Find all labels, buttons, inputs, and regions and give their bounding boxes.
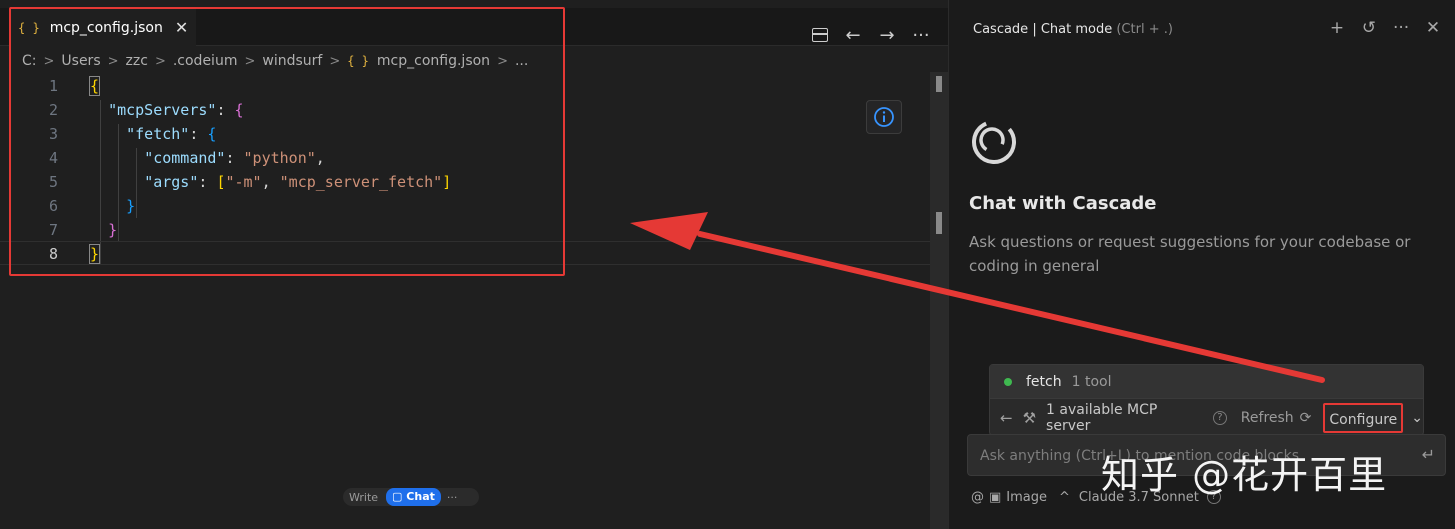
image-button[interactable]: Image — [1006, 490, 1047, 505]
panel-actions: + ↺ ··· ✕ — [1329, 18, 1441, 38]
tab-mcp-config[interactable]: { } mcp_config.json ✕ — [10, 8, 196, 46]
breadcrumb-item[interactable]: Users — [61, 53, 100, 69]
configure-button[interactable]: Configure — [1323, 403, 1404, 433]
status-dot-icon — [1004, 377, 1012, 386]
close-icon[interactable]: ✕ — [175, 18, 188, 37]
scrollbar-marker — [936, 76, 942, 92]
editor-actions: ← → ··· — [812, 16, 930, 54]
code-line: 2 "mcpServers": { — [0, 98, 932, 122]
chevron-right-icon: > — [154, 53, 166, 69]
back-icon[interactable]: ← — [1000, 409, 1013, 427]
line-number: 5 — [48, 173, 58, 191]
line-number: 8 — [48, 245, 58, 263]
breadcrumb-item[interactable]: ... — [515, 53, 528, 69]
enter-icon[interactable]: ↵ — [1422, 445, 1435, 464]
forward-icon[interactable]: → — [878, 25, 896, 46]
code-line: 6 } — [0, 194, 932, 218]
refresh-icon[interactable]: ⟳ — [1300, 410, 1312, 426]
more-icon[interactable]: ··· — [1393, 18, 1409, 38]
info-button[interactable] — [866, 100, 902, 134]
history-icon[interactable]: ↺ — [1361, 18, 1377, 38]
code-line: 7 } — [0, 218, 932, 242]
watermark: 知乎 @花开百里 — [1101, 453, 1388, 497]
mention-icon[interactable]: @ — [971, 490, 984, 505]
chevron-right-icon: > — [497, 53, 508, 69]
refresh-button[interactable]: Refresh — [1241, 410, 1294, 426]
chat-heading: Chat with Cascade — [969, 193, 1157, 214]
write-mode-option[interactable]: Write — [349, 491, 378, 504]
code-line-current: 8 } — [0, 241, 932, 265]
json-file-icon: { } — [347, 54, 369, 68]
line-number: 6 — [48, 197, 58, 215]
tab-label: mcp_config.json — [49, 19, 163, 36]
json-string: "mcp_server_fetch" — [279, 173, 443, 191]
code-line: 1 { — [0, 74, 932, 98]
tool-count: 1 tool — [1071, 373, 1112, 390]
chat-mode-label: Chat — [406, 490, 435, 503]
line-number: 3 — [48, 125, 58, 143]
code-line: 3 "fetch": { — [0, 122, 932, 146]
mcp-server-row[interactable]: fetch 1 tool — [990, 365, 1423, 399]
breadcrumb-item[interactable]: windsurf — [262, 53, 322, 69]
json-key: "mcpServers" — [108, 101, 217, 119]
chevron-right-icon: > — [43, 53, 55, 69]
line-number: 4 — [48, 149, 58, 167]
json-file-icon: { } — [18, 20, 40, 35]
mcp-available-label: 1 available MCP server — [1046, 402, 1158, 434]
breadcrumb: C: > Users > zzc > .codeium > windsurf >… — [22, 50, 528, 72]
image-icon[interactable]: ▣ — [989, 490, 1001, 505]
json-string: "python" — [243, 149, 316, 167]
breadcrumb-item[interactable]: .codeium — [173, 53, 238, 69]
shortcut-hint: (Ctrl + .) — [1116, 22, 1173, 37]
code-line: 4 "command": "python", — [0, 146, 932, 170]
mode-toggle[interactable]: Write ▢ Chat ··· — [343, 488, 479, 506]
chevron-down-icon[interactable]: ⌄ — [1411, 410, 1423, 426]
more-icon[interactable]: ··· — [912, 25, 930, 46]
back-icon[interactable]: ← — [844, 25, 862, 46]
panel-title: Cascade | Chat mode (Ctrl + .) — [973, 22, 1173, 37]
mcp-server-panel: fetch 1 tool ← ⚒ 1 available MCP server … — [989, 364, 1424, 436]
code-area[interactable]: 1 { 2 "mcpServers": { 3 "fetch": { 4 "co… — [0, 74, 932, 265]
json-string: "-m" — [225, 173, 262, 191]
breadcrumb-item[interactable]: mcp_config.json — [377, 53, 490, 69]
more-icon[interactable]: ··· — [447, 491, 458, 504]
help-icon[interactable]: ? — [1212, 411, 1227, 425]
breadcrumb-item[interactable]: C: — [22, 53, 37, 69]
chat-subtitle: Ask questions or request suggestions for… — [969, 233, 1411, 275]
plus-icon[interactable]: + — [1329, 18, 1345, 38]
breadcrumb-item[interactable]: zzc — [126, 53, 148, 69]
tab-bar: { } mcp_config.json ✕ ← → ··· — [0, 8, 948, 46]
chat-bubble-icon: ▢ — [392, 490, 403, 503]
json-key: "command" — [144, 149, 226, 167]
json-key: "fetch" — [126, 125, 190, 143]
chevron-right-icon: > — [329, 53, 341, 69]
chevron-right-icon: > — [107, 53, 119, 69]
mcp-toolbar: ← ⚒ 1 available MCP server ? Refresh ⟳ C… — [990, 400, 1423, 436]
line-number: 2 — [48, 101, 58, 119]
panel-title-text: Cascade | Chat mode — [973, 22, 1113, 37]
info-icon — [874, 107, 894, 127]
scrollbar-thumb[interactable] — [936, 212, 942, 234]
split-editor-icon[interactable] — [812, 28, 828, 42]
json-key: "args" — [144, 173, 199, 191]
chat-mode-option[interactable]: ▢ Chat — [386, 488, 441, 506]
chevron-up-icon[interactable]: ^ — [1059, 490, 1070, 505]
code-editor: { } mcp_config.json ✕ ← → ··· C: > Users… — [0, 0, 948, 529]
hammer-icon: ⚒ — [1022, 409, 1037, 427]
code-line: 5 "args": ["-m", "mcp_server_fetch"] — [0, 170, 932, 194]
scrollbar[interactable] — [930, 72, 948, 529]
chevron-right-icon: > — [244, 53, 256, 69]
close-icon[interactable]: ✕ — [1425, 18, 1441, 38]
cascade-logo-icon — [972, 120, 1016, 164]
line-number: 7 — [48, 221, 58, 239]
line-number: 1 — [48, 77, 58, 95]
mcp-server-name: fetch — [1026, 373, 1062, 390]
